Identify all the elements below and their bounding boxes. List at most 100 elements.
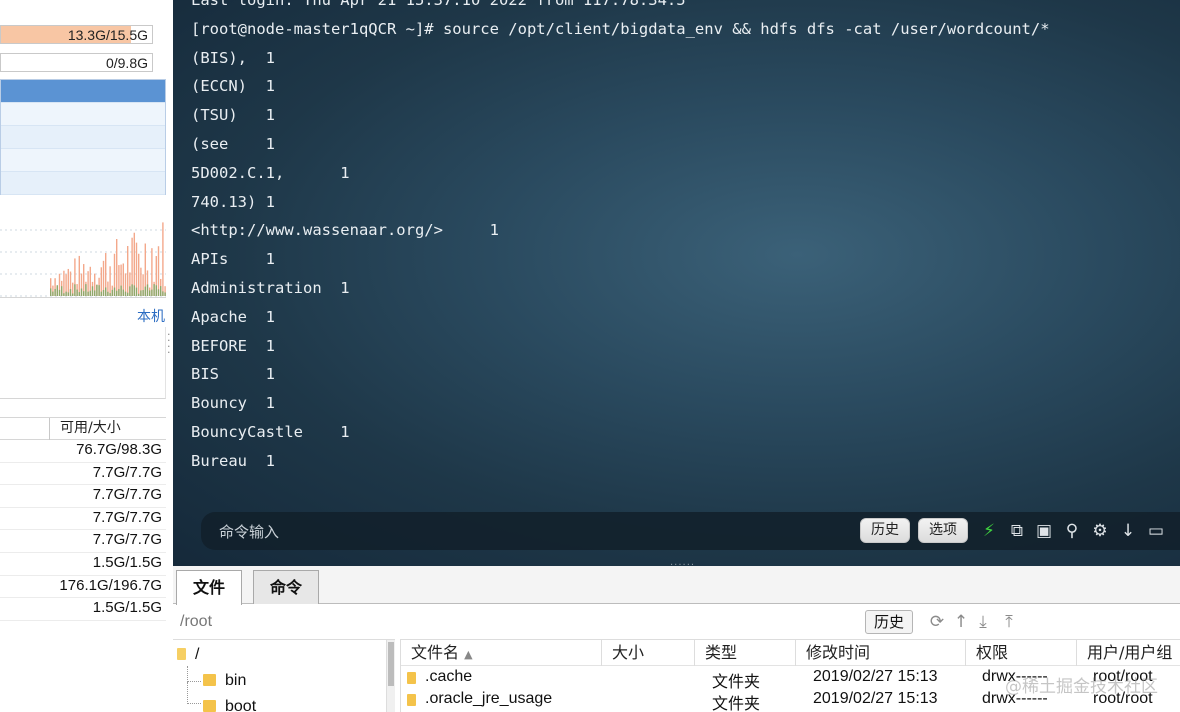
graph-bar (162, 222, 164, 296)
host-selector[interactable]: 本机 (137, 306, 165, 326)
tree-item-bin[interactable]: bin (203, 672, 246, 690)
tab-commands[interactable]: 命令 (253, 570, 320, 604)
graph-bar (142, 290, 144, 296)
terminal-line: APIs 1 (191, 250, 275, 269)
panel-tabs: 文件 命令 (173, 566, 1180, 605)
memory-usage-bar: 13.3G/15.5G (0, 25, 153, 44)
path-input[interactable]: /root (180, 613, 212, 631)
search-icon[interactable]: ⚲ (1061, 520, 1083, 542)
column-header-modified[interactable]: 修改时间 (795, 640, 965, 666)
process-row[interactable] (1, 80, 165, 103)
path-bar: /root 历史 ⟳ ↑ ⤓ ⤒ (173, 609, 1180, 635)
graph-bar (129, 286, 131, 296)
graph-bar (85, 284, 87, 296)
paste-icon[interactable]: ▣ (1033, 520, 1055, 542)
terminal-line: (TSU) 1 (191, 106, 275, 125)
terminal-line: 740.13) 1 (191, 192, 275, 211)
system-monitor-panel: 13.3G/15.5G 0/9.8G 本机 · · · · 可用/大小 76.7G/9… (0, 0, 173, 712)
directory-tree: / bin boot (173, 639, 395, 712)
file-type: 文件夹 (712, 696, 761, 712)
disk-table: 可用/大小 76.7G/98.3G 7.7G/7.7G 7.7G/7.7G 7.7G/… (0, 417, 166, 621)
graph-bar (162, 291, 164, 296)
terminal-line: Administration 1 (191, 278, 350, 297)
column-header-name[interactable]: 文件名 ▲ (401, 640, 601, 666)
process-row[interactable] (1, 172, 165, 195)
up-directory-icon[interactable]: ↑ (951, 611, 971, 633)
terminal-line: BIS 1 (191, 365, 275, 384)
column-header-type[interactable]: 类型 (694, 640, 795, 666)
network-detail-area (0, 327, 166, 399)
graph-bar (98, 285, 100, 296)
disk-row[interactable]: 1.5G/1.5G (0, 553, 166, 576)
graph-bar (155, 285, 157, 296)
folder-icon (177, 648, 186, 660)
graph-bar (111, 289, 113, 296)
command-options-button[interactable]: 选项 (918, 518, 968, 543)
graph-bar (107, 291, 109, 296)
scrollbar-thumb[interactable] (388, 642, 394, 686)
path-history-button[interactable]: 历史 (865, 610, 914, 634)
terminal-output[interactable]: Last login: Thu Apr 21 15:37:10 2022 fro… (191, 0, 1050, 476)
disk-row[interactable]: 1.5G/1.5G (0, 598, 166, 621)
file-name: .cache (425, 668, 473, 685)
graph-bar (109, 293, 111, 296)
tree-branch-line (187, 666, 201, 682)
file-modified: 2019/02/27 15:13 (813, 690, 938, 707)
command-history-button[interactable]: 历史 (860, 518, 910, 543)
graph-bar (74, 284, 76, 296)
graph-bar (61, 286, 63, 296)
disk-row[interactable]: 7.7G/7.7G (0, 485, 166, 508)
graph-bar (50, 288, 52, 296)
sort-ascending-icon: ▲ (464, 648, 473, 661)
tree-item-boot[interactable]: boot (203, 698, 256, 712)
file-name: .oracle_jre_usage (425, 690, 553, 707)
graph-bar (80, 288, 83, 296)
terminal-line: BEFORE 1 (191, 336, 275, 355)
column-header-size[interactable]: 大小 (601, 640, 694, 666)
column-header-permissions[interactable]: 权限 (965, 640, 1076, 666)
column-header-owner[interactable]: 用户/用户组 (1076, 640, 1180, 666)
graph-bar (138, 253, 140, 296)
process-row[interactable] (1, 103, 165, 126)
disk-row[interactable]: 7.7G/7.7G (0, 463, 166, 486)
disk-row[interactable]: 7.7G/7.7G (0, 508, 166, 531)
refresh-icon[interactable]: ⟳ (927, 611, 947, 633)
graph-bar (78, 255, 80, 296)
graph-bar (91, 286, 94, 296)
disk-row[interactable]: 7.7G/7.7G (0, 530, 166, 553)
tree-scrollbar[interactable] (386, 640, 395, 712)
disk-size-value: 7.7G/7.7G (92, 486, 162, 504)
terminal-line: (BIS), 1 (191, 48, 275, 67)
graph-bar (76, 289, 78, 296)
graph-bar (146, 284, 149, 296)
process-list[interactable] (0, 79, 166, 195)
gear-icon[interactable]: ⚙ (1089, 520, 1111, 542)
copy-icon[interactable]: ⧉ (1006, 520, 1028, 542)
command-input[interactable]: 命令输入 (219, 521, 279, 542)
panel-resize-handle[interactable]: · · · · (167, 329, 171, 358)
download-icon[interactable]: ⤓ (973, 611, 993, 633)
graph-bar (83, 291, 85, 296)
tree-item-root[interactable]: / (177, 646, 199, 664)
tab-files[interactable]: 文件 (176, 570, 243, 605)
download-arrow-icon[interactable]: ↓ (1117, 520, 1139, 542)
graph-bar (54, 288, 56, 296)
lightning-icon[interactable]: ⚡ (978, 520, 1000, 542)
terminal-line: 5D002.C.1, 1 (191, 163, 350, 182)
disk-size-value: 7.7G/7.7G (92, 463, 162, 481)
terminal[interactable]: Last login: Thu Apr 21 15:37:10 2022 fro… (173, 0, 1180, 566)
folder-icon (407, 672, 416, 684)
graph-bar (138, 293, 140, 296)
terminal-line: BouncyCastle 1 (191, 422, 350, 441)
window-icon[interactable]: ▭ (1145, 520, 1167, 542)
process-row[interactable] (1, 149, 165, 172)
disk-row[interactable]: 76.7G/98.3G (0, 440, 166, 463)
disk-size-column-header[interactable]: 可用/大小 (49, 418, 121, 440)
file-list-header: 文件名 ▲ 大小 类型 修改时间 权限 用户/用户组 (401, 640, 1180, 666)
graph-bar (116, 239, 118, 296)
disk-row[interactable]: 176.1G/196.7G (0, 576, 166, 599)
graph-bar (78, 292, 80, 296)
upload-icon[interactable]: ⤒ (999, 611, 1019, 633)
terminal-line: <http://www.wassenaar.org/> 1 (191, 221, 499, 240)
process-row[interactable] (1, 126, 165, 149)
